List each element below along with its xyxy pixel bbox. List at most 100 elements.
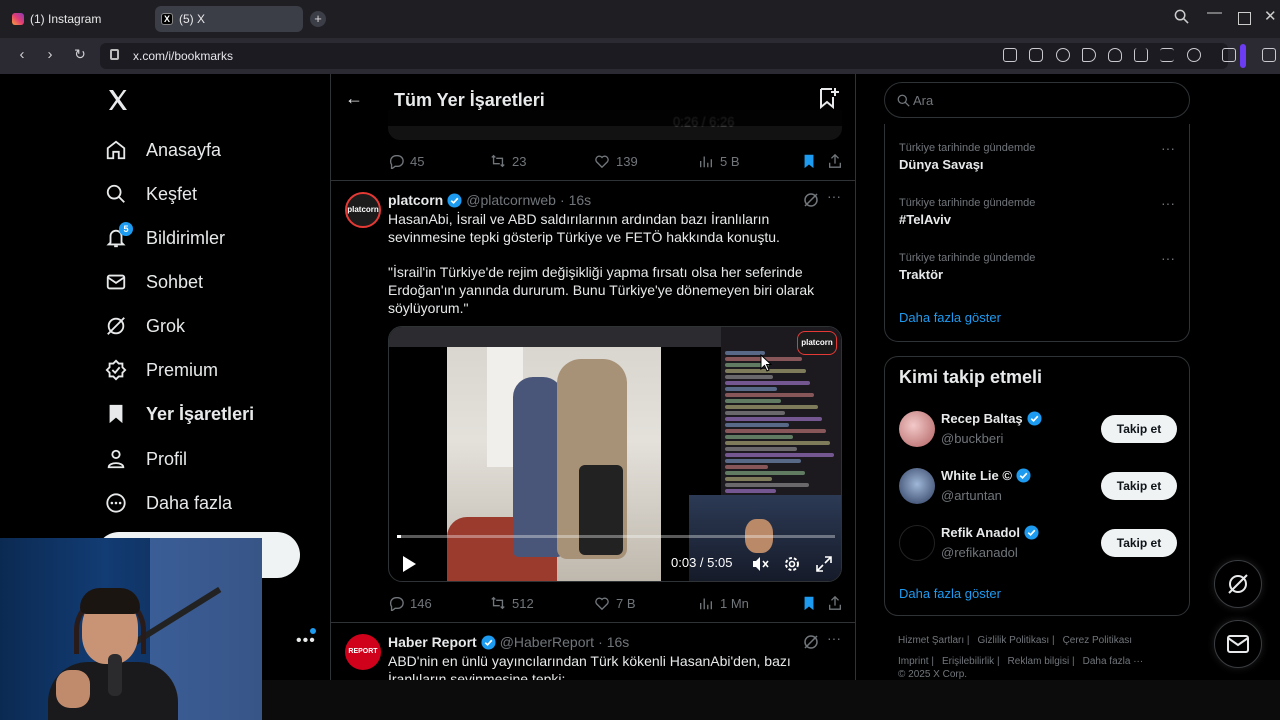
download-icon[interactable]: [1134, 48, 1148, 62]
nav-item-premium[interactable]: Premium: [104, 350, 218, 390]
avatar[interactable]: platcorn: [345, 192, 381, 228]
repost-button[interactable]: 512: [490, 595, 534, 611]
edit-icon[interactable]: [1003, 48, 1017, 62]
close-icon[interactable]: ✕: [1264, 7, 1277, 25]
account-name: White Lie ©: [941, 468, 1031, 483]
reply-button[interactable]: 146: [388, 595, 432, 611]
mute-icon[interactable]: [751, 555, 769, 573]
trend-item[interactable]: Türkiye tarihinde gündemde Traktör ···: [899, 250, 1179, 282]
avatar[interactable]: REPORT: [345, 634, 381, 670]
bookmark-button[interactable]: [801, 153, 817, 169]
like-count: 139: [616, 153, 638, 169]
tweet-text: HasanAbi, İsrail ve ABD saldırılarının a…: [388, 211, 780, 245]
repost-button[interactable]: 23: [490, 153, 526, 169]
ai-icon[interactable]: [1262, 48, 1276, 62]
fullscreen-icon[interactable]: [815, 555, 833, 573]
avatar[interactable]: [899, 411, 935, 447]
views-button[interactable]: 5 B: [698, 153, 740, 169]
who-to-follow-row[interactable]: Recep Baltaş @buckberi Takip et: [899, 409, 1179, 449]
trend-more-icon[interactable]: ···: [1161, 250, 1175, 266]
footer-link[interactable]: Reklam bilgisi |: [1008, 656, 1075, 667]
footer-link[interactable]: Daha fazla ···: [1083, 656, 1144, 667]
search-icon[interactable]: [1174, 9, 1189, 24]
back-icon[interactable]: ‹: [12, 46, 32, 63]
follow-button[interactable]: Takip et: [1101, 529, 1177, 557]
who-to-follow-row[interactable]: Refik Anadol @refikanadol Takip et: [899, 523, 1179, 563]
avatar[interactable]: [899, 525, 935, 561]
bell-icon: 5: [104, 222, 133, 250]
tweet-video[interactable]: platcorn 0:03 / 5:05: [388, 326, 842, 582]
who-to-follow-show-more-link[interactable]: Daha fazla göster: [899, 586, 1001, 601]
nav-item-bookmark[interactable]: Yer İşaretleri: [104, 394, 254, 434]
share-button[interactable]: [827, 153, 843, 169]
settings-icon[interactable]: [783, 555, 801, 573]
play-icon[interactable]: [1082, 48, 1096, 62]
forward-icon[interactable]: ›: [40, 46, 60, 63]
tweet-more-icon[interactable]: ···: [827, 630, 841, 646]
messages-fab-button[interactable]: [1214, 620, 1262, 668]
x-logo-icon[interactable]: [106, 88, 130, 112]
footer-link[interactable]: Imprint |: [898, 656, 934, 667]
nav-item-bell[interactable]: 5 Bildirimler: [104, 218, 225, 258]
views-button[interactable]: 1 Mn: [698, 595, 749, 611]
trend-item[interactable]: Türkiye tarihinde gündemde #TelAviv ···: [899, 195, 1179, 227]
account-more-icon[interactable]: •••: [296, 632, 316, 650]
like-button[interactable]: 7 B: [594, 595, 636, 611]
footer-link[interactable]: Erişilebilirlik |: [942, 656, 1000, 667]
bookmark-button[interactable]: [801, 595, 817, 611]
nav-item-profile[interactable]: Profil: [104, 439, 187, 479]
footer-link[interactable]: Hizmet Şartları |: [898, 635, 970, 646]
camera-icon[interactable]: [1029, 48, 1043, 62]
reload-icon[interactable]: ↻: [70, 46, 90, 63]
nav-item-mail[interactable]: Sohbet: [104, 262, 203, 302]
who-to-follow-row[interactable]: White Lie © @artuntan Takip et: [899, 466, 1179, 506]
minimize-icon[interactable]: —: [1207, 4, 1222, 21]
new-tab-button[interactable]: +: [310, 11, 326, 27]
heart-icon[interactable]: [1108, 48, 1122, 62]
nav-item-search[interactable]: Keşfet: [104, 174, 197, 214]
trend-more-icon[interactable]: ···: [1161, 140, 1175, 156]
follow-button[interactable]: Takip et: [1101, 472, 1177, 500]
tweet-more-icon[interactable]: ···: [827, 188, 841, 204]
tab-x[interactable]: X (5) X: [155, 6, 303, 32]
maximize-icon[interactable]: [1238, 12, 1251, 25]
grok-icon[interactable]: [803, 192, 819, 208]
author-handle[interactable]: @platcornweb: [466, 192, 556, 208]
like-button[interactable]: 139: [594, 153, 638, 169]
share-button[interactable]: [827, 595, 843, 611]
tab-instagram[interactable]: (1) Instagram: [6, 6, 152, 32]
search-input[interactable]: Ara: [884, 82, 1190, 118]
extension-icon[interactable]: [1222, 48, 1236, 62]
tweet-time[interactable]: 16s: [569, 192, 592, 208]
follow-button[interactable]: Takip et: [1101, 415, 1177, 443]
tweet-time[interactable]: 16s: [607, 634, 630, 650]
sidebar-toggle[interactable]: [1240, 44, 1246, 68]
author-handle[interactable]: @HaberReport: [500, 634, 594, 650]
trend-title: Traktör: [899, 267, 944, 282]
trend-item[interactable]: Türkiye tarihinde gündemde Dünya Savaşı ··…: [899, 140, 1179, 172]
shield-icon[interactable]: [1056, 48, 1070, 62]
play-icon[interactable]: [401, 555, 417, 573]
menu-icon[interactable]: [1160, 48, 1174, 62]
back-arrow-icon[interactable]: ←: [345, 88, 363, 109]
nav-item-more-circle[interactable]: Daha fazla: [104, 483, 232, 523]
nav-label: Premium: [146, 359, 219, 380]
grok-icon[interactable]: [803, 634, 819, 650]
reply-button[interactable]: 45: [388, 153, 424, 169]
author-name[interactable]: platcorn: [388, 192, 443, 208]
footer-link[interactable]: Gizlilik Politikası |: [978, 635, 1055, 646]
nav-item-grok[interactable]: Grok: [104, 306, 185, 346]
share-icon: [829, 595, 841, 610]
footer-link[interactable]: Çerez Politikası: [1063, 635, 1132, 646]
bookmark-add-icon[interactable]: [818, 86, 840, 110]
nav-item-home[interactable]: Anasayfa: [104, 130, 221, 170]
views-count: 5 B: [720, 153, 740, 169]
trend-more-icon[interactable]: ···: [1161, 195, 1175, 211]
avatar[interactable]: [899, 468, 935, 504]
account-icon[interactable]: [1187, 48, 1201, 62]
profile-icon: [104, 447, 128, 471]
author-name[interactable]: Haber Report: [388, 634, 477, 650]
trends-show-more-link[interactable]: Daha fazla göster: [899, 310, 1001, 325]
grok-fab-button[interactable]: [1214, 560, 1262, 608]
video-progress-bar[interactable]: [397, 535, 835, 538]
